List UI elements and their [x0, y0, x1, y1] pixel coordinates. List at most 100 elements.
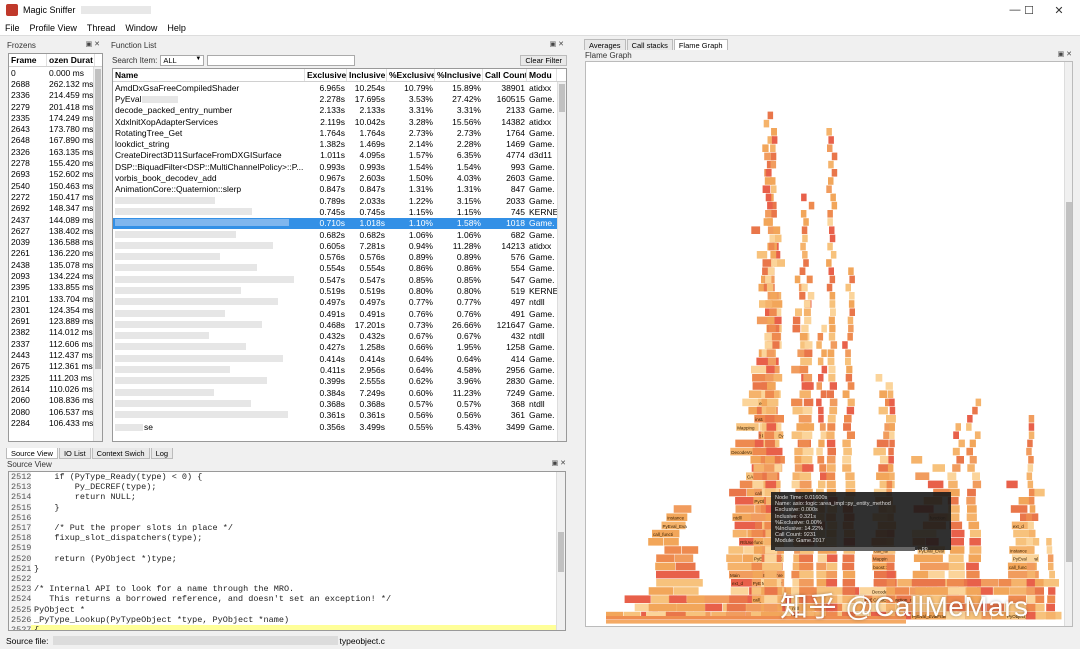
- flame-frame[interactable]: [1029, 505, 1036, 513]
- frozens-row[interactable]: 2648 167.890 ms: [9, 135, 102, 146]
- function-row[interactable]: AnimationCore::Quaternion::slerp 0.847s 0.…: [113, 184, 566, 195]
- flame-frame[interactable]: [818, 374, 824, 382]
- flame-frame[interactable]: [844, 415, 852, 423]
- flame-frame[interactable]: [888, 456, 894, 464]
- flame-frame[interactable]: [765, 390, 774, 398]
- flame-frame[interactable]: [842, 341, 848, 349]
- flame-frame[interactable]: [920, 562, 951, 571]
- flame-frame[interactable]: [651, 595, 669, 603]
- flame-frame[interactable]: [1026, 447, 1032, 456]
- flame-frame[interactable]: [969, 546, 982, 554]
- search-input[interactable]: [207, 54, 356, 66]
- frozens-table[interactable]: Frame ozen Durat 0 0.000 ms 2688 262.132 ms…: [8, 53, 103, 442]
- function-row[interactable]: 0.361s 0.361s 0.56% 0.56% 361 Game.: [113, 410, 566, 421]
- frozens-row[interactable]: 2278 155.420 ms: [9, 157, 102, 168]
- flame-frame[interactable]: [648, 587, 674, 595]
- function-row[interactable]: 0.710s 1.018s 1.10% 1.58% 1018 Game.: [113, 217, 566, 229]
- flame-frame[interactable]: [1026, 554, 1034, 562]
- flame-frame[interactable]: [764, 587, 778, 595]
- flame-frame[interactable]: [765, 300, 773, 308]
- flame-frame[interactable]: [956, 456, 964, 464]
- frozens-row[interactable]: 2284 106.433 ms: [9, 417, 102, 428]
- tab-flame-graph[interactable]: Flame Graph: [673, 39, 728, 50]
- flame-frame[interactable]: [846, 431, 855, 439]
- flame-frame[interactable]: [801, 415, 812, 423]
- flame-frame[interactable]: [932, 464, 946, 472]
- flame-frame[interactable]: [770, 152, 777, 161]
- function-row[interactable]: decode_packed_entry_number 2.133s 2.133s 3.…: [113, 105, 566, 116]
- flame-frame[interactable]: [799, 480, 812, 489]
- flame-frame[interactable]: [816, 562, 827, 571]
- flame-frame[interactable]: [889, 406, 896, 415]
- flame-frame[interactable]: [969, 529, 981, 538]
- function-list-float-buttons[interactable]: ▣ ✕: [550, 40, 564, 48]
- flame-frame[interactable]: [915, 472, 930, 480]
- flame-frame[interactable]: [1027, 480, 1034, 489]
- flame-frame[interactable]: [817, 333, 824, 341]
- flame-frame[interactable]: [804, 349, 813, 357]
- flame-frame[interactable]: [972, 480, 982, 489]
- function-row[interactable]: AmdDxGsaFreeCompiledShader 6.965s 10.254s 1…: [113, 82, 566, 93]
- menu-file[interactable]: File: [0, 23, 25, 33]
- function-scroll-thumb[interactable]: [559, 84, 565, 112]
- flame-frame[interactable]: [952, 447, 960, 456]
- flame-frame[interactable]: [799, 570, 814, 579]
- flame-frame[interactable]: [827, 210, 833, 218]
- frozens-row[interactable]: 2039 136.588 ms: [9, 236, 102, 247]
- flame-frame[interactable]: [826, 283, 833, 292]
- flame-frame[interactable]: [848, 267, 854, 275]
- frozens-row[interactable]: 2540 150.463 ms: [9, 180, 102, 191]
- flame-frame[interactable]: [955, 423, 962, 431]
- flame-frame[interactable]: [799, 439, 810, 448]
- flame-frame[interactable]: [801, 431, 813, 439]
- flame-frame[interactable]: [845, 374, 853, 382]
- flame-frame[interactable]: [826, 431, 835, 439]
- flame-frame[interactable]: [885, 382, 893, 390]
- flame-frame[interactable]: [663, 538, 679, 546]
- function-row[interactable]: 0.432s 0.432s 0.67% 0.67% 432 ntdll: [113, 331, 566, 342]
- flame-frame[interactable]: [820, 390, 827, 398]
- flame-frame[interactable]: [803, 259, 809, 267]
- flame-frame[interactable]: [831, 201, 838, 210]
- flame-frame[interactable]: [803, 218, 809, 226]
- flame-frame[interactable]: [848, 324, 854, 333]
- frozens-row[interactable]: 2261 136.220 ms: [9, 248, 102, 259]
- flame-frame[interactable]: [762, 144, 769, 152]
- flame-frame[interactable]: [1026, 538, 1033, 546]
- flame-frame[interactable]: [802, 447, 814, 456]
- flame-frame[interactable]: [687, 595, 705, 603]
- flame-frame[interactable]: [1049, 570, 1055, 579]
- flame-frame[interactable]: [816, 447, 823, 456]
- frozens-row[interactable]: 2093 134.224 ms: [9, 270, 102, 281]
- frozens-row[interactable]: 2279 201.418 ms: [9, 101, 102, 112]
- flame-frame[interactable]: [800, 210, 807, 218]
- flame-frame[interactable]: [1046, 538, 1052, 546]
- flame-frame[interactable]: [958, 439, 965, 448]
- flame-frame[interactable]: [875, 374, 883, 382]
- function-row[interactable]: 0.384s 7.249s 0.60% 11.23% 7249 Game.: [113, 387, 566, 398]
- flame-frame[interactable]: [842, 439, 851, 448]
- tab-call-stacks[interactable]: Call stacks: [626, 39, 673, 50]
- flame-frame[interactable]: [762, 259, 773, 267]
- tab-log[interactable]: Log: [150, 448, 174, 459]
- flame-frame[interactable]: [764, 570, 777, 579]
- frozens-row[interactable]: 2643 173.780 ms: [9, 123, 102, 134]
- frozens-row[interactable]: 2326 163.135 ms: [9, 146, 102, 157]
- code-line[interactable]: 2523/* Internal API to look for a name t…: [9, 584, 565, 595]
- flame-frame[interactable]: [827, 357, 835, 366]
- frozens-row[interactable]: 2335 174.249 ms: [9, 112, 102, 123]
- flame-frame[interactable]: [1026, 472, 1033, 480]
- flame-frame[interactable]: [764, 341, 773, 349]
- flame-frame[interactable]: [1046, 546, 1053, 554]
- flame-frame[interactable]: [803, 357, 812, 366]
- function-row[interactable]: 0.497s 0.497s 0.77% 0.77% 497 ntdll: [113, 297, 566, 308]
- frozens-row[interactable]: 2325 111.203 ms: [9, 372, 102, 383]
- flame-frame[interactable]: [799, 562, 814, 571]
- flame-frame[interactable]: [1027, 439, 1033, 448]
- flame-frame[interactable]: [847, 398, 855, 407]
- source-scrollbar[interactable]: [556, 472, 565, 630]
- flame-scrollbar[interactable]: [1064, 62, 1072, 626]
- function-row[interactable]: 0.399s 2.555s 0.62% 3.96% 2830 Game.: [113, 376, 566, 387]
- flame-frame[interactable]: [792, 324, 801, 333]
- maximize-button[interactable]: ☐: [1014, 0, 1044, 20]
